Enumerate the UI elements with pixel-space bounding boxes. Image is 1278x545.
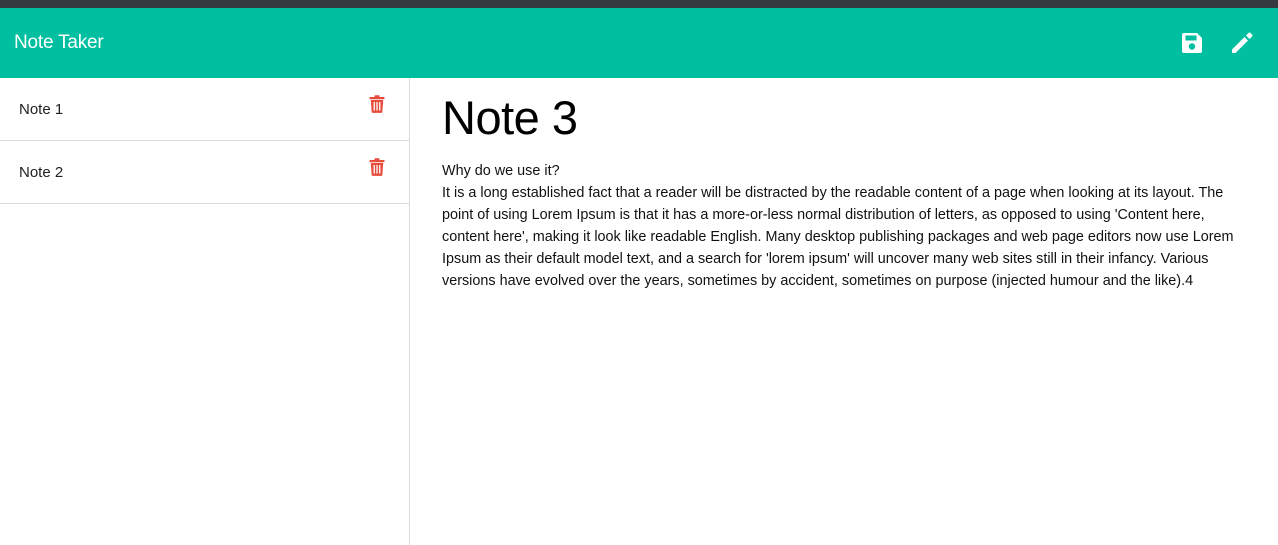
- note-list-item[interactable]: Note 1: [0, 78, 409, 141]
- note-list-item-title[interactable]: Note 2: [19, 164, 63, 181]
- note-list-item[interactable]: Note 2: [0, 141, 409, 204]
- navbar: Note Taker: [0, 8, 1278, 78]
- sidebar: Note 1 Note 2: [0, 78, 410, 545]
- note-list-item-title[interactable]: Note 1: [19, 101, 63, 118]
- trash-icon[interactable]: [366, 156, 388, 178]
- note-text-area[interactable]: Why do we use it? It is a long establish…: [442, 160, 1242, 292]
- navbar-actions: [1178, 29, 1256, 57]
- window-top-strip: [0, 0, 1278, 8]
- note-editor: Note 3 Why do we use it? It is a long es…: [442, 78, 1242, 545]
- trash-icon[interactable]: [366, 93, 388, 115]
- app-title[interactable]: Note Taker: [14, 32, 104, 54]
- pencil-icon[interactable]: [1228, 29, 1256, 57]
- save-icon[interactable]: [1178, 29, 1206, 57]
- note-list: Note 1 Note 2: [0, 78, 409, 204]
- note-title-field[interactable]: Note 3: [442, 94, 1242, 141]
